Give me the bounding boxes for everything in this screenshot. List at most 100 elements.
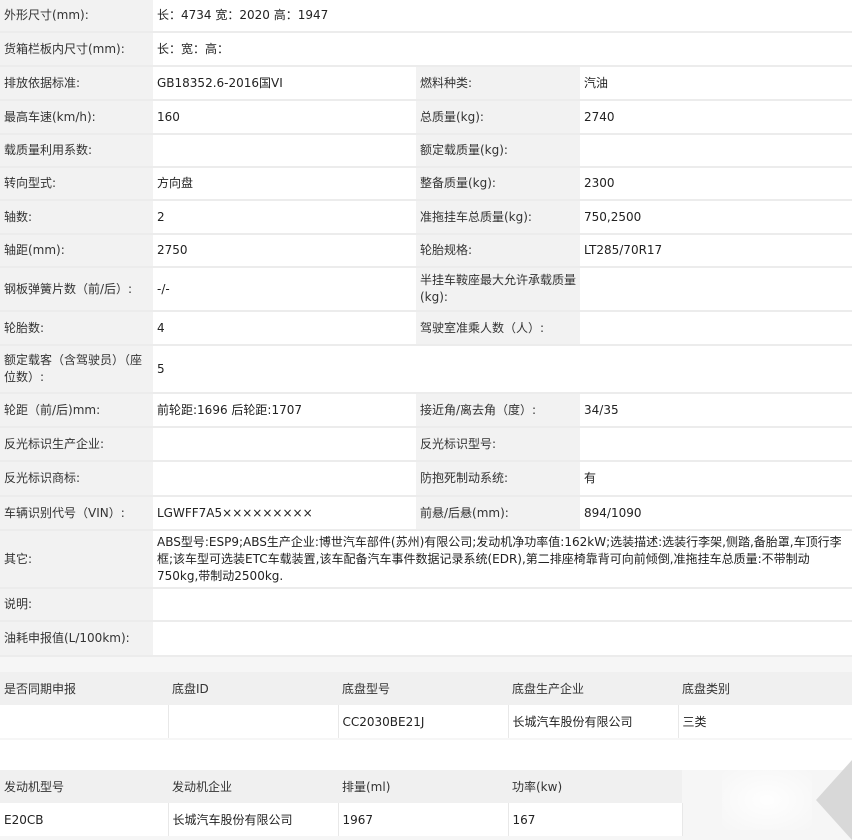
spec-value: 160 — [153, 100, 416, 135]
engine-data-row: E20CB 长城汽车股份有限公司 1967 167 — [0, 803, 683, 836]
spec-value: 750,2500 — [580, 200, 852, 235]
spec-value — [580, 427, 852, 462]
chassis-cell: 三类 — [678, 705, 852, 738]
spec-row: 转向型式: 方向盘 整备质量(kg): 2300 — [0, 167, 852, 201]
spec-label: 其它: — [0, 530, 153, 589]
engine-cell: 长城汽车股份有限公司 — [168, 803, 339, 836]
spec-value: 2740 — [580, 100, 852, 135]
spec-label: 额定载质量(kg): — [416, 134, 580, 168]
spec-value: 34/35 — [580, 393, 852, 428]
spec-label: 载质量利用系数: — [0, 134, 153, 168]
spec-row: 钢板弹簧片数（前/后）: -/- 半挂车鞍座最大允许承载质量(kg): — [0, 267, 852, 312]
spec-value: 4 — [153, 311, 416, 346]
engine-cell: 1967 — [338, 803, 509, 836]
spec-value: GB18352.6-2016国VI — [153, 66, 416, 101]
spec-label: 半挂车鞍座最大允许承载质量(kg): — [416, 267, 580, 312]
spec-row: 轮距（前/后)mm: 前轮距:1696 后轮距:1707 接近角/离去角（度）: 34… — [0, 393, 852, 428]
spec-label: 轴距(mm): — [0, 234, 153, 268]
spec-value — [153, 621, 852, 657]
spec-value: LGWFF7A5××××××××× — [153, 496, 416, 531]
spec-label: 接近角/离去角（度）: — [416, 393, 580, 428]
spec-value: 2 — [153, 200, 416, 235]
spec-label: 排放依据标准: — [0, 66, 153, 101]
chassis-header-row: 是否同期申报 底盘ID 底盘型号 底盘生产企业 底盘类别 — [0, 672, 852, 705]
spec-value: 有 — [580, 461, 852, 497]
spec-label: 驾驶室准乘人数（人）: — [416, 311, 580, 346]
spec-value: 长：宽：高： — [153, 32, 852, 67]
chassis-data-row: CC2030BE21J 长城汽车股份有限公司 三类 — [0, 705, 852, 738]
spec-value: 方向盘 — [153, 167, 416, 201]
engine-header-cell: 功率(kw) — [508, 770, 682, 803]
spec-label: 转向型式: — [0, 167, 153, 201]
glare-overlay — [722, 770, 812, 830]
spec-table: 外形尺寸(mm): 长：4734 宽：2020 高：1947 货箱栏板内尺寸(mm)… — [0, 0, 852, 657]
section-gap — [0, 740, 852, 770]
engine-table: 发动机型号 发动机企业 排量(ml) 功率(kw) E20CB 长城汽车股份有限… — [0, 770, 683, 836]
spec-row: 反光标识生产企业: 反光标识型号: — [0, 427, 852, 462]
spec-label: 反光标识生产企业: — [0, 427, 153, 462]
spec-row: 最高车速(km/h): 160 总质量(kg): 2740 — [0, 100, 852, 135]
spec-label: 燃料种类: — [416, 66, 580, 101]
spec-value — [580, 134, 852, 168]
spec-row: 外形尺寸(mm): 长：4734 宽：2020 高：1947 — [0, 0, 852, 33]
spec-label: 额定载客（含驾驶员）（座位数）: — [0, 345, 153, 394]
engine-header-row: 发动机型号 发动机企业 排量(ml) 功率(kw) — [0, 770, 682, 803]
chassis-cell: 长城汽车股份有限公司 — [508, 705, 679, 738]
next-arrow-icon[interactable] — [816, 760, 852, 840]
spec-row: 排放依据标准: GB18352.6-2016国VI 燃料种类: 汽油 — [0, 66, 852, 101]
chassis-table: 是否同期申报 底盘ID 底盘型号 底盘生产企业 底盘类别 CC2030BE21J… — [0, 672, 852, 738]
spec-label: 准拖挂车总质量(kg): — [416, 200, 580, 235]
spec-value: 2300 — [580, 167, 852, 201]
chassis-cell — [168, 705, 339, 738]
chassis-cell — [0, 705, 169, 738]
spec-label: 防抱死制动系统: — [416, 461, 580, 497]
spec-label: 前悬/后悬(mm): — [416, 496, 580, 531]
spec-row: 轴距(mm): 2750 轮胎规格: LT285/70R17 — [0, 234, 852, 268]
chassis-header-cell: 底盘类别 — [678, 672, 852, 705]
spec-label: 轮胎数: — [0, 311, 153, 346]
spec-value — [153, 588, 852, 622]
spec-label: 轴数: — [0, 200, 153, 235]
spec-value — [153, 134, 416, 168]
spec-value: ABS型号:ESP9;ABS生产企业:博世汽车部件(苏州)有限公司;发动机净功率… — [153, 530, 852, 589]
chassis-cell: CC2030BE21J — [338, 705, 509, 738]
spec-row: 其它: ABS型号:ESP9;ABS生产企业:博世汽车部件(苏州)有限公司;发动机… — [0, 530, 852, 589]
engine-header-cell: 排量(ml) — [338, 770, 508, 803]
spec-value: -/- — [153, 267, 416, 312]
spec-value — [580, 267, 852, 312]
spec-row: 货箱栏板内尺寸(mm): 长：宽：高： — [0, 32, 852, 67]
chassis-header-cell: 底盘生产企业 — [508, 672, 678, 705]
spec-label: 油耗申报值(L/100km): — [0, 621, 153, 657]
chassis-header-cell: 底盘ID — [168, 672, 338, 705]
engine-cell: E20CB — [0, 803, 169, 836]
spec-value: 894/1090 — [580, 496, 852, 531]
engine-header-cell: 发动机企业 — [168, 770, 338, 803]
chassis-header-cell: 是否同期申报 — [0, 672, 168, 705]
spec-row: 轴数: 2 准拖挂车总质量(kg): 750,2500 — [0, 200, 852, 235]
spec-label: 外形尺寸(mm): — [0, 0, 153, 33]
spec-value: LT285/70R17 — [580, 234, 852, 268]
spec-row: 说明: — [0, 588, 852, 622]
spec-value: 汽油 — [580, 66, 852, 101]
spec-value: 长：4734 宽：2020 高：1947 — [153, 0, 852, 33]
chassis-header-cell: 底盘型号 — [338, 672, 508, 705]
spec-value — [153, 427, 416, 462]
spec-row: 油耗申报值(L/100km): — [0, 621, 852, 657]
spec-value: 5 — [153, 345, 852, 394]
engine-cell: 167 — [508, 803, 683, 836]
spec-value: 2750 — [153, 234, 416, 268]
spec-label: 轮距（前/后)mm: — [0, 393, 153, 428]
spec-label: 整备质量(kg): — [416, 167, 580, 201]
spec-row: 车辆识别代号（VIN）: LGWFF7A5××××××××× 前悬/后悬(mm): 8… — [0, 496, 852, 531]
engine-header-cell: 发动机型号 — [0, 770, 168, 803]
spec-value: 前轮距:1696 后轮距:1707 — [153, 393, 416, 428]
spec-row: 载质量利用系数: 额定载质量(kg): — [0, 134, 852, 168]
spec-label: 总质量(kg): — [416, 100, 580, 135]
spec-row: 额定载客（含驾驶员）（座位数）: 5 — [0, 345, 852, 394]
spec-label: 钢板弹簧片数（前/后）: — [0, 267, 153, 312]
spec-label: 轮胎规格: — [416, 234, 580, 268]
spec-value — [580, 311, 852, 346]
spec-label: 最高车速(km/h): — [0, 100, 153, 135]
spec-value — [153, 461, 416, 497]
spec-row: 反光标识商标: 防抱死制动系统: 有 — [0, 461, 852, 497]
